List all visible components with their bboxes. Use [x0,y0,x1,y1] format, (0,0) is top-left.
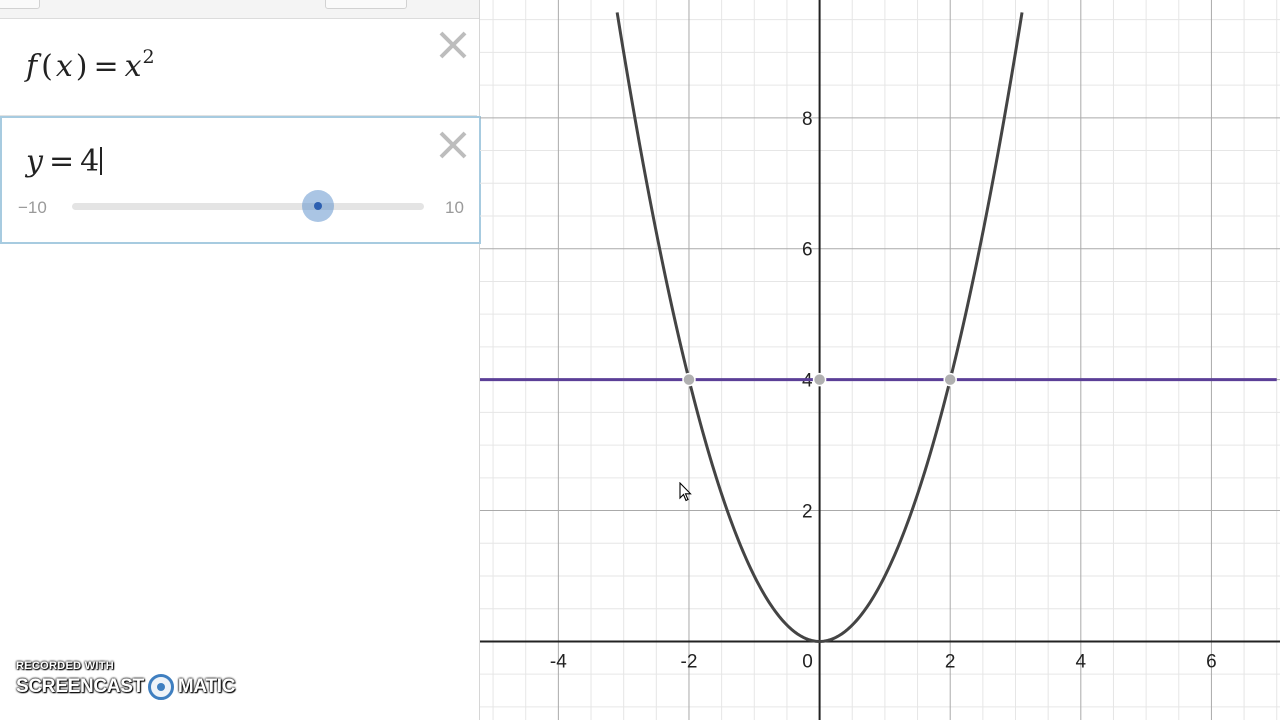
function-exponent: 2 [142,46,155,68]
expression-row-2[interactable]: y = 4 −10 10 [0,116,481,244]
text-cursor [100,147,103,175]
intersection-point [943,372,957,387]
x-tick-label: 0 [802,651,813,672]
screencast-logo-icon [147,674,174,700]
expression-toolbar [0,0,479,19]
screencast-watermark: RECORDED WITH SCREENCAST MATIC [16,660,235,700]
expression-row-1[interactable]: f(x) = x2 [0,19,477,116]
toolbar-left-button[interactable] [0,0,40,9]
expression-1-math[interactable]: f(x) = x2 [26,46,155,84]
intersection-point [812,372,827,387]
x-tick-label: -4 [550,651,567,672]
watermark-line2b: MATIC [177,676,236,697]
y-tick-label: 2 [802,502,813,523]
y-tick-label: 6 [802,240,813,261]
equation-rhs: 4 [80,144,100,179]
x-tick-label: 2 [945,651,956,672]
delete-expression-1-icon[interactable] [438,30,468,60]
function-base: x [124,49,142,84]
major-grid [480,0,1280,720]
mouse-cursor-icon [679,482,692,502]
x-tick-label: 4 [1076,651,1087,672]
slider-min-label[interactable]: −10 [18,198,47,218]
y-tick-label: 8 [802,109,813,130]
expression-2-math[interactable]: y = 4 [26,144,103,179]
minor-grid [480,0,1280,720]
intersection-point [682,372,696,387]
equation-lhs: y [26,144,43,179]
expression-list: f(x) = x2 y = 4 −10 10 [0,0,481,720]
function-argument: x [55,49,73,84]
x-tick-label: -2 [681,651,698,672]
function-name: f [26,49,38,84]
slider-track[interactable] [72,203,424,210]
delete-expression-2-icon[interactable] [438,130,468,160]
graph-canvas[interactable]: -4-202462468 [480,0,1280,720]
slider-handle-dot [314,202,323,210]
app-window: f(x)=x2 y=4 −10 10 -4-202462468 RECORD [0,0,1280,720]
watermark-line2a: SCREENCAST [16,676,144,697]
slider-max-label[interactable]: 10 [445,198,464,218]
toolbar-right-button[interactable] [325,0,407,9]
x-tick-label: 6 [1206,651,1217,672]
watermark-line1: RECORDED WITH [16,660,115,672]
